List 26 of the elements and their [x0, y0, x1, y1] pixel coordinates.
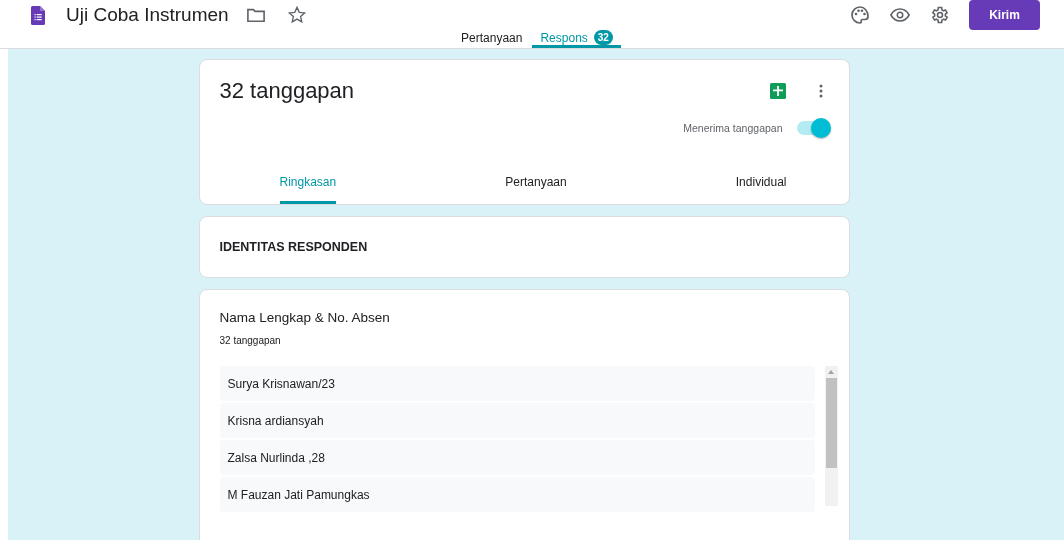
response-count: 32 tanggapan: [219, 335, 282, 346]
spreadsheet-icon[interactable]: [769, 83, 786, 99]
settings-icon[interactable]: [930, 5, 950, 25]
toggle-switch[interactable]: [796, 121, 829, 135]
question-title: Nama Lengkap & No. Absen: [219, 310, 391, 325]
eye-icon[interactable]: [890, 5, 910, 25]
forms-logo-icon[interactable]: [31, 5, 45, 25]
more-options-icon[interactable]: [818, 84, 823, 98]
folder-icon[interactable]: [246, 6, 265, 24]
section-title: IDENTITAS RESPONDEN: [219, 240, 369, 254]
scrollbar[interactable]: [824, 366, 838, 506]
response-item: Zalsa Nurlinda ,28: [219, 440, 815, 475]
send-button[interactable]: Kirim: [969, 0, 1040, 30]
tab[interactable]: Individual: [735, 175, 787, 204]
response-item: Krisna ardiansyah: [219, 403, 815, 438]
form-title[interactable]: Uji Coba Instrumen: [66, 4, 229, 26]
tab[interactable]: Pertanyaan: [505, 175, 567, 204]
star-icon[interactable]: [287, 6, 306, 24]
response-item: M Fauzan Jati Pamungkas: [219, 477, 815, 512]
palette-icon[interactable]: [850, 5, 870, 25]
accepting-label: Menerima tanggapan: [683, 122, 783, 134]
tab[interactable]: Ringkasan: [279, 175, 337, 204]
response-item: Surya Krisnawan/23: [219, 366, 815, 401]
tab[interactable]: Pertanyaan: [453, 30, 531, 48]
count-badge: 32: [593, 30, 613, 45]
responses-heading: 32 tanggapan: [219, 78, 355, 104]
